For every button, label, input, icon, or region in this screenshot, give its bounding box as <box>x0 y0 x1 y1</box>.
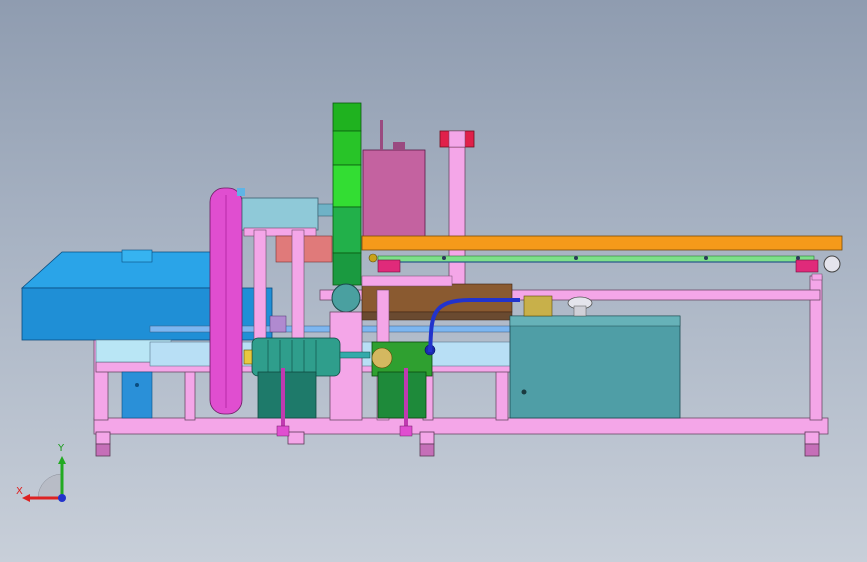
foot-3-pad <box>804 443 820 457</box>
tank-drain <box>521 389 527 395</box>
cad-viewport[interactable]: X Y <box>0 0 867 562</box>
motor-shaft <box>339 351 371 359</box>
control-box <box>362 120 426 239</box>
axis-y-label: Y <box>58 443 65 454</box>
axis-x-label: X <box>16 486 23 497</box>
control-box-handle <box>380 120 383 150</box>
conveyor-end-left <box>377 259 401 273</box>
foot-2 <box>419 431 435 445</box>
foot-1 <box>95 431 111 445</box>
conveyor-roller <box>823 255 841 273</box>
triad-z-axis <box>58 494 66 502</box>
coordinate-triad <box>22 456 66 502</box>
foot-4 <box>287 431 305 445</box>
frame-post-2 <box>495 369 509 421</box>
hopper-outlet <box>121 371 153 419</box>
orange-conveyor <box>361 235 843 281</box>
machine-assembly-drawing <box>20 102 843 457</box>
hopper-slot <box>121 249 153 263</box>
foot-2-pad <box>419 443 435 457</box>
upper-post-left <box>253 229 267 351</box>
hydraulic-tank <box>509 295 681 419</box>
pump-unit <box>371 341 436 419</box>
motor-base <box>257 371 317 419</box>
foot-1-pad <box>95 443 111 457</box>
upper-post-right <box>291 229 305 351</box>
upper-housing-shaft <box>317 203 335 217</box>
pink-post-cap-inner <box>448 130 466 148</box>
foot-3 <box>804 431 820 445</box>
green-column <box>332 102 362 286</box>
hopper-outlet-bolt <box>135 383 139 387</box>
base-rail <box>93 417 829 435</box>
upper-small-square <box>269 315 287 333</box>
belt-guard <box>209 187 245 415</box>
tank-filler <box>523 295 553 317</box>
mid-post-knob <box>368 253 378 263</box>
motor-coupling <box>243 349 253 365</box>
triad-quarter-disc <box>37 473 63 499</box>
hopper-top <box>20 251 214 289</box>
frame-feet <box>95 431 820 457</box>
belt-guard-cap <box>237 188 245 196</box>
conveyor-end-right <box>795 259 819 273</box>
pump-flange <box>371 347 393 369</box>
control-box-lid <box>393 142 405 150</box>
brown-plate-top <box>361 275 453 287</box>
pulley <box>331 283 361 313</box>
